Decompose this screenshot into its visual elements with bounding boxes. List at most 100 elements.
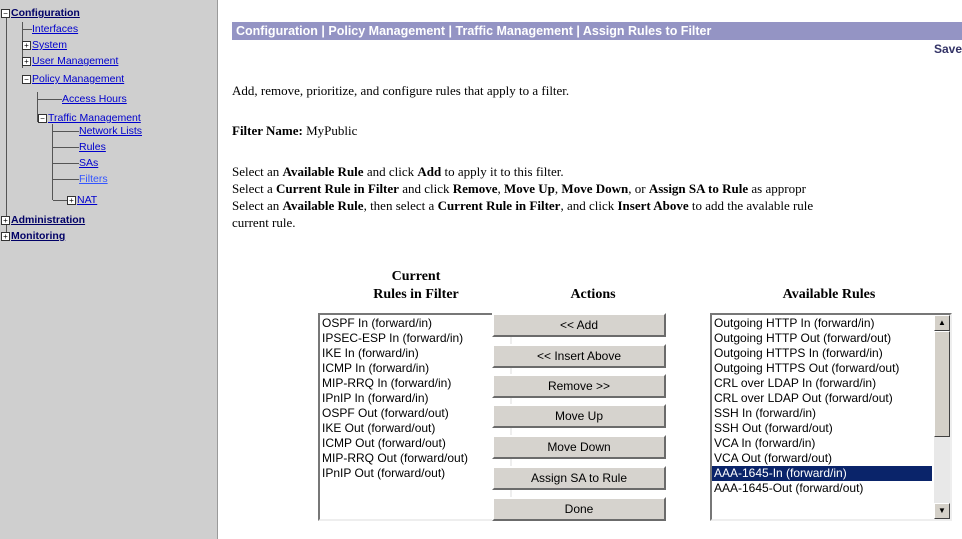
- expand-icon[interactable]: +: [1, 231, 10, 241]
- nav-monitoring[interactable]: + Monitoring: [1, 229, 65, 243]
- nav-policy-management[interactable]: − Policy Management: [22, 72, 124, 86]
- nav-rules-label[interactable]: Rules: [79, 141, 106, 153]
- move-up-button[interactable]: Move Up: [492, 404, 666, 428]
- available-rule-option[interactable]: AAA-1645-Out (forward/out): [712, 481, 932, 496]
- available-rule-option[interactable]: Outgoing HTTP Out (forward/out): [712, 331, 932, 346]
- nav-sas[interactable]: SAs: [53, 156, 98, 170]
- instr-strong: Insert Above: [617, 198, 689, 213]
- scroll-down-icon[interactable]: ▼: [934, 503, 950, 519]
- current-rule-option[interactable]: OSPF Out (forward/out): [320, 406, 510, 421]
- tree-branch: [53, 178, 79, 180]
- instr-strong: Current Rule in Filter: [437, 198, 561, 213]
- available-rule-option[interactable]: SSH Out (forward/out): [712, 421, 932, 436]
- filter-name-row: Filter Name: MyPublic: [232, 122, 357, 139]
- nav-nat[interactable]: + NAT: [53, 193, 97, 207]
- save-link[interactable]: Save: [934, 42, 962, 56]
- nav-traffic-management[interactable]: − Traffic Management: [38, 111, 141, 125]
- current-rules-header: Current Rules in Filter: [318, 268, 514, 304]
- nav-configuration-label[interactable]: Configuration: [11, 7, 80, 19]
- available-rule-option[interactable]: Outgoing HTTP In (forward/in): [712, 316, 932, 331]
- nav-policy-management-label[interactable]: Policy Management: [32, 73, 124, 85]
- tree-branch: [53, 146, 79, 148]
- assign-sa-to-rule-button[interactable]: Assign SA to Rule: [492, 466, 666, 490]
- available-rules-list[interactable]: Outgoing HTTP In (forward/in) Outgoing HT…: [710, 313, 952, 521]
- tree-line: [6, 12, 7, 240]
- nav-access-hours[interactable]: Access Hours: [38, 92, 127, 106]
- instr-strong: Available Rule: [282, 164, 364, 179]
- current-rule-option[interactable]: ICMP Out (forward/out): [320, 436, 510, 451]
- nav-tree: − Configuration Interfaces + System + User …: [0, 0, 218, 539]
- current-rules-list[interactable]: OSPF In (forward/in) IPSEC-ESP In (forwar…: [318, 313, 512, 521]
- instr-strong: Move Down: [561, 181, 629, 196]
- nav-configuration[interactable]: − Configuration: [1, 6, 80, 20]
- instr-text: , and click: [560, 198, 618, 213]
- nav-system[interactable]: + System: [22, 38, 67, 52]
- insert-above-button[interactable]: << Insert Above: [492, 344, 666, 368]
- tree-branch: [22, 28, 32, 30]
- current-rule-option[interactable]: IKE In (forward/in): [320, 346, 510, 361]
- current-rule-option[interactable]: MIP-RRQ In (forward/in): [320, 376, 510, 391]
- scroll-up-icon[interactable]: ▲: [934, 315, 950, 331]
- tree-branch: [53, 162, 79, 164]
- collapse-icon[interactable]: −: [1, 8, 10, 18]
- available-rule-option[interactable]: VCA Out (forward/out): [712, 451, 932, 466]
- done-button[interactable]: Done: [492, 497, 666, 521]
- available-rule-option[interactable]: Outgoing HTTPS In (forward/in): [712, 346, 932, 361]
- current-rule-option[interactable]: IPnIP In (forward/in): [320, 391, 510, 406]
- add-button[interactable]: << Add: [492, 313, 666, 337]
- nav-interfaces[interactable]: Interfaces: [22, 22, 78, 36]
- expand-icon[interactable]: +: [1, 215, 10, 225]
- instr-text: as appropr: [748, 181, 806, 196]
- available-rule-option[interactable]: CRL over LDAP Out (forward/out): [712, 391, 932, 406]
- current-rule-option[interactable]: IKE Out (forward/out): [320, 421, 510, 436]
- current-rule-option[interactable]: ICMP In (forward/in): [320, 361, 510, 376]
- tree-branch: [53, 130, 79, 132]
- instruction-3: Select an Available Rule, then select a …: [232, 197, 813, 214]
- available-rules-scrollbar[interactable]: ▲ ▼: [934, 315, 950, 519]
- current-rule-option[interactable]: IPnIP Out (forward/out): [320, 466, 510, 481]
- instruction-2: Select a Current Rule in Filter and clic…: [232, 180, 806, 197]
- nav-rules[interactable]: Rules: [53, 140, 106, 154]
- collapse-icon[interactable]: −: [22, 74, 31, 84]
- instr-text: Select a: [232, 181, 277, 196]
- nav-filters-label[interactable]: Filters: [79, 173, 108, 185]
- nav-filters[interactable]: Filters: [53, 172, 108, 186]
- expand-icon[interactable]: +: [22, 40, 31, 50]
- scroll-thumb[interactable]: [934, 331, 950, 437]
- nav-access-hours-label[interactable]: Access Hours: [62, 93, 127, 105]
- expand-icon[interactable]: +: [22, 56, 31, 66]
- remove-button[interactable]: Remove >>: [492, 374, 666, 398]
- nav-administration-label[interactable]: Administration: [11, 214, 85, 226]
- tree-branch: [38, 98, 62, 100]
- available-rule-option[interactable]: VCA In (forward/in): [712, 436, 932, 451]
- nav-nat-label[interactable]: NAT: [77, 194, 97, 206]
- instruction-1: Select an Available Rule and click Add t…: [232, 163, 564, 180]
- nav-user-management-label[interactable]: User Management: [32, 55, 118, 67]
- nav-network-lists[interactable]: Network Lists: [53, 124, 142, 138]
- expand-icon[interactable]: +: [67, 195, 76, 205]
- nav-administration[interactable]: + Administration: [1, 213, 85, 227]
- current-rule-option[interactable]: MIP-RRQ Out (forward/out): [320, 451, 510, 466]
- current-rules-header-line1: Current: [391, 269, 441, 284]
- nav-monitoring-label[interactable]: Monitoring: [11, 230, 65, 242]
- nav-sas-label[interactable]: SAs: [79, 157, 98, 169]
- intro-text: Add, remove, prioritize, and configure r…: [232, 83, 570, 98]
- instr-strong: Current Rule in Filter: [276, 181, 399, 196]
- main-content: Configuration | Policy Management | Traf…: [232, 0, 962, 539]
- available-rule-option[interactable]: Outgoing HTTPS Out (forward/out): [712, 361, 932, 376]
- nav-traffic-management-label[interactable]: Traffic Management: [48, 112, 141, 124]
- available-rule-option[interactable]: SSH In (forward/in): [712, 406, 932, 421]
- nav-system-label[interactable]: System: [32, 39, 67, 51]
- current-rule-option[interactable]: OSPF In (forward/in): [320, 316, 510, 331]
- available-rule-option[interactable]: CRL over LDAP In (forward/in): [712, 376, 932, 391]
- tree-branch: [53, 199, 67, 201]
- nav-user-management[interactable]: + User Management: [22, 54, 118, 68]
- available-rule-option[interactable]: AAA-1645-In (forward/in): [712, 466, 932, 481]
- collapse-icon[interactable]: −: [38, 113, 47, 123]
- move-down-button[interactable]: Move Down: [492, 435, 666, 459]
- nav-network-lists-label[interactable]: Network Lists: [79, 125, 142, 137]
- nav-interfaces-label[interactable]: Interfaces: [32, 23, 78, 35]
- available-rules-header: Available Rules: [782, 287, 876, 302]
- current-rule-option[interactable]: IPSEC-ESP In (forward/in): [320, 331, 510, 346]
- instr-strong: Move Up: [504, 181, 555, 196]
